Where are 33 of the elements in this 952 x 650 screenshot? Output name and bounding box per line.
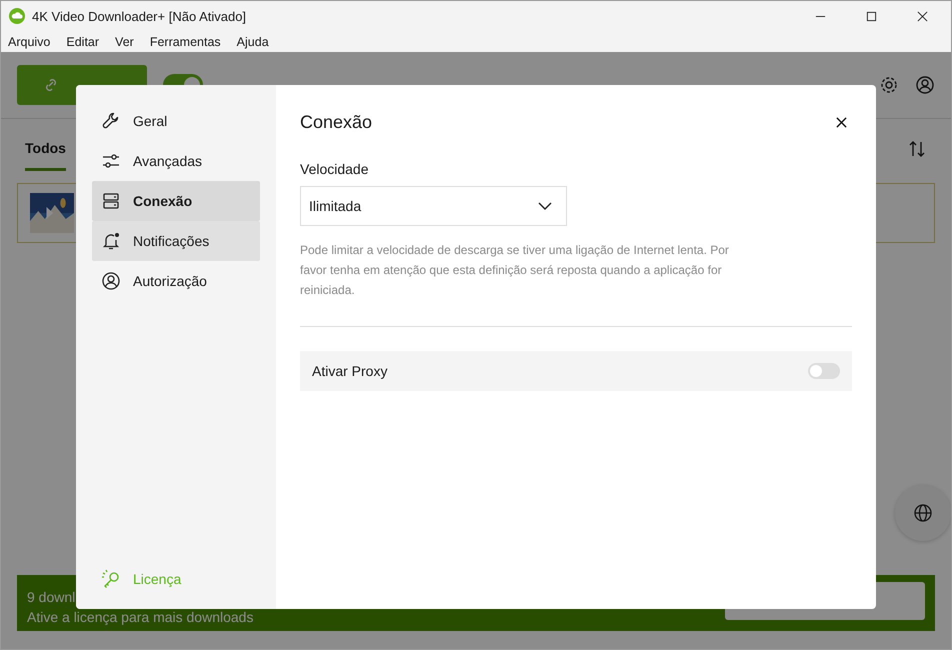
account-icon[interactable] [915, 75, 935, 95]
sidebar-item[interactable]: Notificações [92, 221, 260, 261]
wrench-icon [101, 111, 121, 131]
close-icon[interactable] [836, 116, 847, 128]
speed-dropdown[interactable]: Ilimitada [300, 186, 567, 226]
sidebar-item[interactable]: Avançadas [92, 141, 260, 181]
sidebar-item[interactable]: Autorização [92, 261, 260, 301]
filter-tab[interactable]: Todos [25, 128, 66, 170]
banner-subtitle: Ative a licença para mais downloads [27, 608, 254, 627]
bell-icon [101, 231, 121, 251]
key-icon [101, 569, 121, 589]
menu-item[interactable]: Ajuda [236, 34, 269, 48]
speed-label: Velocidade [300, 161, 369, 177]
app-logo-icon [9, 8, 25, 24]
proxy-toggle[interactable] [808, 363, 840, 379]
menu-item[interactable]: Ferramentas [150, 34, 221, 48]
sort-icon[interactable] [907, 139, 927, 159]
sidebar-item[interactable]: Geral [92, 101, 260, 141]
proxy-label: Ativar Proxy [312, 363, 388, 379]
speed-help-text: Pode limitar a velocidade de descarga se tiver uma ligação de Internet lenta. Por favor tenha em atenção que esta definição será reposta quando a aplicação for reiniciada. [300, 242, 730, 299]
user-icon [101, 271, 121, 291]
globe-button[interactable] [895, 485, 951, 541]
menu-item[interactable]: Ver [115, 34, 134, 48]
menu-item[interactable]: Editar [66, 34, 100, 48]
settings-icon[interactable] [879, 75, 899, 95]
sidebar-item[interactable]: Conexão [92, 181, 260, 221]
banner-title: 9 downl [27, 588, 76, 607]
server-icon [101, 191, 121, 211]
globe-icon [913, 503, 933, 523]
dialog-title: Conexão [300, 112, 372, 132]
menu-item[interactable]: Arquivo [8, 34, 50, 48]
window-title: 4K Video Downloader+ [Não Ativado] [32, 8, 246, 24]
chevron-down-icon [538, 202, 552, 210]
